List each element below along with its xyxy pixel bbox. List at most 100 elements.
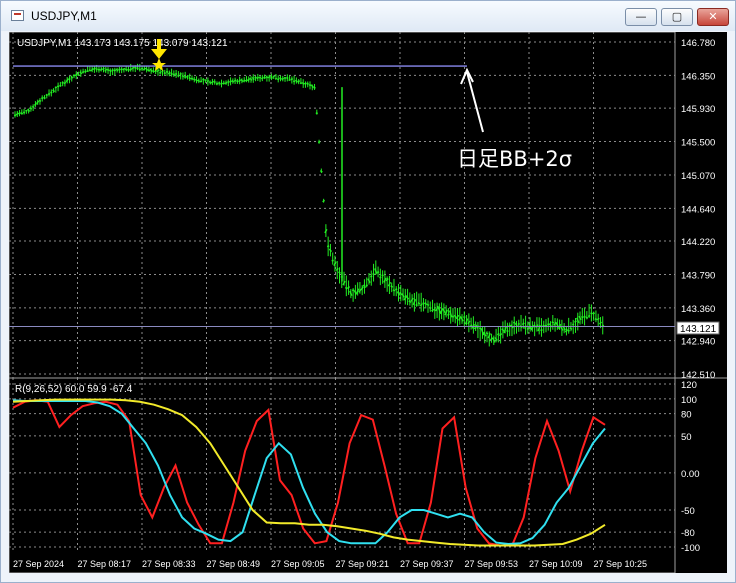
candle-body [274, 77, 278, 80]
price-label-box: 143.121 [676, 321, 720, 335]
candle-body [463, 316, 466, 319]
candle-body [188, 76, 192, 80]
candle-body [240, 78, 244, 83]
candle-body [447, 313, 450, 316]
candle-body [598, 321, 603, 325]
maximize-button[interactable]: ▢ [661, 8, 693, 26]
candle-body [401, 293, 405, 298]
y-tick-label: -80 [681, 528, 695, 539]
candle-body [596, 317, 600, 321]
candle-body [326, 245, 330, 248]
candle-body [485, 332, 489, 335]
candle-body [154, 69, 158, 73]
candle-body [313, 86, 316, 89]
candle-body [576, 317, 580, 324]
y-tick-label: 143.360 [681, 304, 715, 315]
candle-body [185, 74, 189, 78]
minimize-button[interactable]: — [625, 8, 657, 26]
candle-body [199, 80, 203, 83]
chart-canvas[interactable]: 146.780 146.350 145.930 145.500 145.070 144.6… [9, 32, 727, 573]
candle-body [297, 79, 301, 83]
candle-body [390, 285, 394, 288]
candle-body [385, 278, 389, 282]
candle-body [333, 261, 337, 267]
y-tick-label: 144.220 [681, 237, 715, 248]
window-title: USDJPY,M1 [31, 9, 97, 23]
candle-body [419, 303, 423, 307]
candle-body [27, 108, 31, 112]
title-bar[interactable]: USDJPY,M1 — ▢ ✕ [1, 1, 735, 31]
candle-body [210, 80, 214, 84]
candle-body [281, 77, 285, 81]
candle-body [220, 82, 223, 85]
candle-body [480, 328, 485, 336]
y-tick-label: 145.930 [681, 104, 715, 115]
candle-body [247, 77, 251, 82]
candle-body [442, 308, 446, 314]
candle-body [360, 286, 364, 291]
candle-body [172, 73, 176, 76]
candle-body [453, 314, 457, 318]
candle-body [288, 78, 291, 82]
candle-body [501, 328, 505, 332]
candle-body [260, 77, 264, 80]
candle-body [134, 66, 137, 69]
candle-body [358, 288, 362, 293]
candle-body [131, 66, 135, 70]
candle-body [587, 314, 591, 318]
y-tick-label: 142.940 [681, 337, 715, 348]
candle-body [231, 79, 235, 83]
candle-body [580, 315, 584, 319]
candle-body [506, 329, 509, 333]
candle-body [115, 68, 119, 72]
candle-body [521, 322, 525, 326]
candle-body [458, 315, 462, 321]
candle-body [92, 67, 96, 71]
candle-body [540, 329, 543, 332]
y-tick-label: -100 [681, 543, 700, 554]
candle-body [245, 79, 248, 82]
price-label: 143.121 [680, 324, 717, 335]
candle-body [383, 277, 387, 283]
candle-body [585, 316, 589, 319]
candle-body [256, 76, 260, 80]
candle-body [424, 302, 428, 306]
candle-body [108, 69, 112, 73]
candle-body [79, 71, 83, 75]
candle-body [18, 111, 21, 115]
close-button[interactable]: ✕ [697, 8, 729, 26]
candle-body [122, 67, 126, 71]
candle-body [564, 328, 569, 333]
candle-body [65, 78, 69, 83]
candle-body [317, 141, 321, 144]
chart-window-icon [11, 10, 24, 21]
y-tick-label: 80 [681, 410, 692, 421]
y-tick-label: -50 [681, 506, 695, 517]
candle-body [428, 306, 432, 310]
candle-body [36, 100, 40, 105]
candle-body [403, 295, 407, 301]
x-tick-label: 27 Sep 2024 [13, 559, 64, 569]
main-header: USDJPY,M1 143.173 143.175 143.079 143.12… [17, 38, 228, 49]
candle-body [431, 309, 434, 312]
indicator-grid [9, 378, 675, 552]
candle-body [412, 299, 417, 306]
candle-body [592, 312, 595, 315]
x-tick-label: 27 Sep 08:17 [78, 559, 132, 569]
candle-body [197, 79, 201, 83]
y-tick-label: 50 [681, 432, 692, 443]
candle-body [149, 68, 153, 72]
candle-body [129, 68, 133, 71]
candle-body [31, 105, 35, 108]
candle-body [124, 68, 128, 71]
chart-area[interactable]: 146.780 146.350 145.930 145.500 145.070 144.6… [9, 32, 727, 573]
x-tick-label: 27 Sep 09:37 [400, 559, 454, 569]
candle-body [455, 314, 460, 320]
candle-body [544, 324, 548, 327]
candle-body [444, 309, 448, 316]
candle-body [435, 305, 439, 312]
candle-body [324, 228, 328, 234]
candle-body [417, 302, 421, 305]
candle-body [145, 67, 149, 71]
candle-body [569, 327, 573, 331]
